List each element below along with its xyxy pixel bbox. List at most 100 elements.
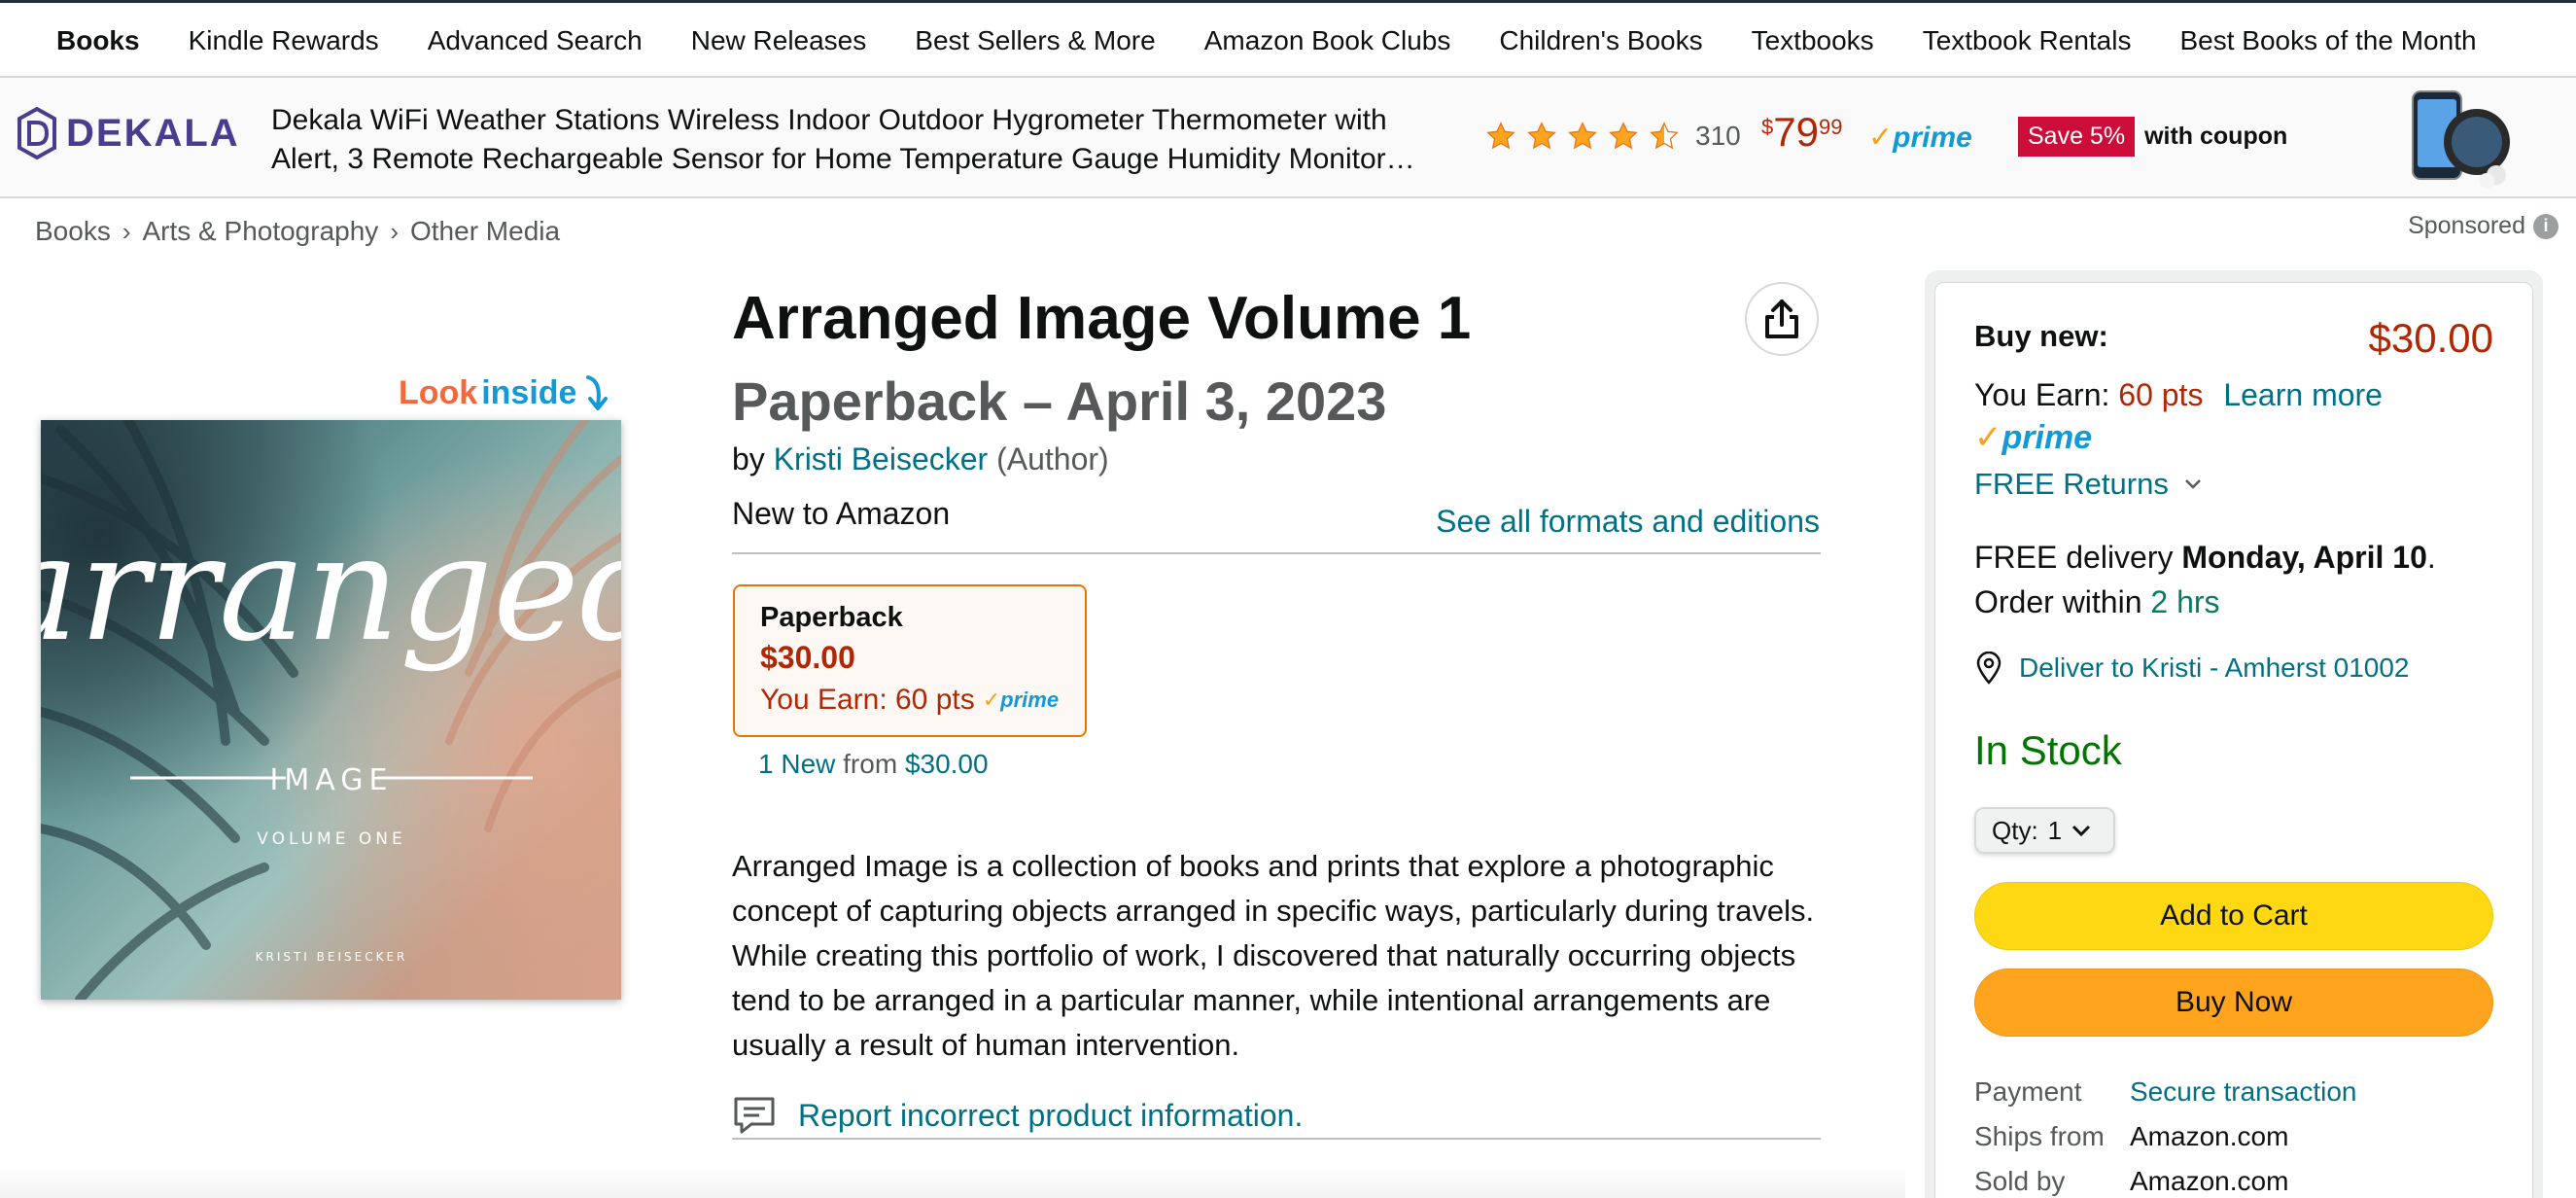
ad-prime-label: prime bbox=[1893, 121, 1972, 154]
report-label: Report incorrect product information. bbox=[798, 1097, 1304, 1133]
new-count-link[interactable]: 1 New bbox=[758, 749, 835, 779]
ad-product-thumbnail[interactable] bbox=[2407, 86, 2514, 193]
ad-title-line2: Alert, 3 Remote Rechargeable Sensor for … bbox=[271, 143, 1415, 175]
book-cover-image[interactable]: arranged IMAGE VOLUME ONE KRISTI BEISECK… bbox=[41, 420, 621, 1000]
sponsored-text: Sponsored bbox=[2408, 212, 2525, 239]
sponsored-label[interactable]: Sponsored i bbox=[2408, 212, 2559, 240]
ad-coupon[interactable]: Save 5% with coupon bbox=[2018, 117, 2287, 157]
free-returns-dropdown[interactable]: FREE Returns bbox=[1974, 467, 2202, 502]
report-incorrect-info-link[interactable]: Report incorrect product information. bbox=[732, 1095, 1303, 1136]
star-half-icon bbox=[1650, 122, 1679, 150]
divider bbox=[732, 552, 1821, 554]
info-icon[interactable]: i bbox=[2533, 213, 2559, 239]
subnav-item-kindle-rewards[interactable]: Kindle Rewards bbox=[189, 25, 379, 56]
chevron-right-icon: › bbox=[390, 216, 399, 246]
author-role: (Author) bbox=[996, 441, 1109, 476]
free-returns-label: FREE Returns bbox=[1974, 467, 2169, 501]
delivery-date: Monday, April 10 bbox=[2181, 540, 2427, 575]
detail-row-ships-from: Ships from Amazon.com bbox=[1974, 1114, 2356, 1159]
buybox-details: Payment Secure transaction Ships from Am… bbox=[1974, 1070, 2356, 1198]
add-to-cart-button[interactable]: Add to Cart bbox=[1974, 882, 2493, 950]
star-full-icon bbox=[1486, 122, 1515, 150]
ad-product-title[interactable]: Dekala WiFi Weather Stations Wireless In… bbox=[271, 101, 1438, 179]
ad-rating-count: 310 bbox=[1695, 121, 1741, 151]
detail-key: Payment bbox=[1974, 1076, 2082, 1107]
format-prime-label: prime bbox=[1000, 687, 1060, 712]
dekala-logo-icon bbox=[17, 107, 56, 159]
breadcrumb: Books › Arts & Photography › Other Media bbox=[35, 216, 560, 247]
buybox-prime-label: prime bbox=[2002, 418, 2093, 456]
format-card-paperback[interactable]: Paperback $30.00 You Earn: 60 pts ✓ prime bbox=[733, 584, 1087, 737]
deliver-to-label: Deliver to Kristi - Amherst 01002 bbox=[2019, 652, 2410, 683]
ad-price-whole: 79 bbox=[1773, 109, 1819, 155]
subnav-item-childrens-books[interactable]: Children's Books bbox=[1499, 25, 1702, 56]
detail-value: Amazon.com bbox=[2130, 1166, 2289, 1196]
coupon-label: with coupon bbox=[2144, 123, 2288, 150]
new-from-offer[interactable]: 1 New from $30.00 bbox=[758, 749, 989, 780]
subnav-item-new-releases[interactable]: New Releases bbox=[691, 25, 867, 56]
prime-check-icon: ✓ bbox=[1868, 122, 1894, 154]
breadcrumb-books[interactable]: Books bbox=[35, 216, 111, 247]
delivery-line: FREE delivery Monday, April 10. bbox=[1974, 535, 2499, 580]
detail-key: Sold by bbox=[1974, 1166, 2066, 1196]
order-within-line: Order within 2 hrs bbox=[1974, 580, 2499, 624]
quantity-select[interactable]: Qty: 1 bbox=[1974, 807, 2115, 854]
subnav-item-advanced-search[interactable]: Advanced Search bbox=[428, 25, 643, 56]
buybox-prime-badge: ✓ prime bbox=[1974, 418, 2092, 457]
format-name: Paperback bbox=[760, 602, 903, 633]
chevron-down-icon bbox=[2072, 825, 2091, 837]
look-inside-button[interactable]: Look inside bbox=[399, 374, 609, 412]
detail-key: Ships from bbox=[1974, 1121, 2105, 1151]
byline-by: by bbox=[732, 441, 765, 476]
buy-new-price: $30.00 bbox=[2368, 315, 2493, 361]
new-from-label: from bbox=[843, 749, 898, 779]
format-prime-badge: ✓ prime bbox=[983, 687, 1059, 713]
curved-arrow-down-icon bbox=[586, 374, 609, 410]
earn-label: You Earn: bbox=[1974, 377, 2110, 412]
ad-prime-badge: ✓ prime bbox=[1868, 121, 1972, 155]
detail-value: Amazon.com bbox=[2130, 1121, 2289, 1151]
detail-row-payment: Payment Secure transaction bbox=[1974, 1070, 2356, 1114]
subnav-item-best-sellers[interactable]: Best Sellers & More bbox=[915, 25, 1155, 56]
ad-price-fraction: 99 bbox=[1818, 115, 1843, 139]
cover-volume: VOLUME ONE bbox=[257, 829, 405, 849]
new-to-amazon: New to Amazon bbox=[732, 496, 951, 531]
page-fade bbox=[0, 1167, 1905, 1198]
ad-rating[interactable]: 310 bbox=[1485, 121, 1741, 152]
subnav-item-books[interactable]: Books bbox=[56, 25, 140, 56]
subnav-item-best-books-month[interactable]: Best Books of the Month bbox=[2179, 25, 2476, 56]
author-link[interactable]: Kristi Beisecker bbox=[774, 441, 989, 476]
order-within-label: Order within bbox=[1974, 584, 2142, 619]
new-from-price[interactable]: $30.00 bbox=[905, 749, 989, 779]
subnav-item-book-clubs[interactable]: Amazon Book Clubs bbox=[1204, 25, 1451, 56]
star-full-icon bbox=[1527, 122, 1556, 150]
share-button[interactable] bbox=[1745, 282, 1819, 356]
buy-new-label: Buy new: bbox=[1974, 319, 2108, 353]
deliver-to-link[interactable]: Deliver to Kristi - Amherst 01002 bbox=[1974, 652, 2410, 685]
buy-now-button[interactable]: Buy Now bbox=[1974, 969, 2493, 1037]
feedback-icon bbox=[734, 1097, 775, 1134]
cover-script-title: arranged bbox=[41, 505, 621, 674]
buybox-earn: You Earn: 60 pts Learn more bbox=[1974, 377, 2383, 413]
breadcrumb-other-media[interactable]: Other Media bbox=[410, 216, 560, 247]
divider bbox=[732, 1138, 1821, 1140]
share-icon bbox=[1765, 300, 1798, 338]
product-format-date: Paperback – April 3, 2023 bbox=[732, 370, 1387, 432]
cover-subtitle: IMAGE bbox=[270, 763, 394, 797]
byline: by Kristi Beisecker (Author) bbox=[732, 441, 1109, 477]
format-earn: You Earn: 60 pts ✓ prime bbox=[760, 684, 1060, 717]
order-within-time: 2 hrs bbox=[2150, 584, 2220, 619]
learn-more-link[interactable]: Learn more bbox=[2223, 377, 2383, 412]
brand-logo[interactable]: DEKALA bbox=[17, 107, 240, 159]
location-pin-icon bbox=[1976, 652, 2002, 685]
see-all-formats-link[interactable]: See all formats and editions bbox=[1436, 504, 1820, 540]
secure-transaction-link[interactable]: Secure transaction bbox=[2130, 1070, 2356, 1114]
subnav-item-textbooks[interactable]: Textbooks bbox=[1752, 25, 1874, 56]
breadcrumb-arts-photography[interactable]: Arts & Photography bbox=[143, 216, 379, 247]
delivery-suffix: . bbox=[2426, 540, 2436, 575]
format-price: $30.00 bbox=[760, 640, 855, 675]
subnav-item-textbook-rentals[interactable]: Textbook Rentals bbox=[1923, 25, 2132, 56]
book-cover-art: arranged IMAGE VOLUME ONE KRISTI BEISECK… bbox=[41, 420, 621, 1000]
earn-points: 60 pts bbox=[2118, 377, 2204, 412]
brand-name: DEKALA bbox=[66, 111, 240, 155]
